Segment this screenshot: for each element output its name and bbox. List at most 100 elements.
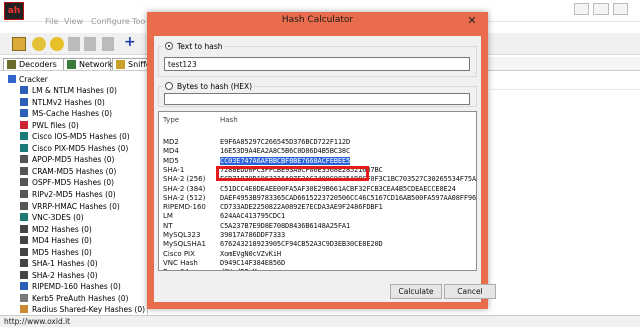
menu-file[interactable]: File — [45, 17, 58, 26]
hash-value[interactable]: C51DCC4E0DEAEE00FA5AF30E29B661ACBF32FCB3… — [220, 185, 456, 193]
calculate-button[interactable]: Calculate — [390, 284, 442, 299]
tree-item-label: SHA-2 Hashes (0) — [32, 270, 98, 280]
hash-value[interactable]: 676243218923905CF94CB52A3C9D3EB30CE8E20D — [220, 240, 383, 248]
hash-value[interactable]: C5A237B7E9D8E708D8436B6148A25FA1 — [220, 222, 350, 230]
cracker-tree: Cracker LM & NTLM Hashes (0) NTLMv2 Hashe… — [0, 71, 148, 315]
hash-row[interactable]: MD2 E9F6A85297C266545D376BCD722F112D — [159, 138, 476, 146]
maximize-button[interactable] — [593, 3, 609, 15]
hash-type: Cisco PIX — [163, 249, 195, 258]
tree-item[interactable]: RIPEMD-160 Hashes (0) — [20, 282, 121, 292]
minimize-button[interactable] — [574, 3, 590, 15]
close-main-button[interactable] — [612, 3, 628, 15]
hash-type: NT — [163, 221, 173, 230]
tree-item[interactable]: VNC-3DES (0) — [20, 213, 84, 223]
dialog-body: Text to hash test123 Bytes to hash (HEX)… — [154, 36, 496, 302]
menu-tools[interactable]: Too — [132, 17, 145, 26]
tree-item[interactable]: NTLMv2 Hashes (0) — [20, 97, 105, 108]
radiation-icon[interactable] — [32, 37, 46, 51]
hash-row[interactable]: SHA-2 (384) C51DCC4E0DEAEE00FA5AF30E29B66… — [159, 185, 476, 193]
tree-item-label: NTLMv2 Hashes (0) — [32, 97, 105, 107]
open-folder-icon[interactable] — [12, 37, 26, 51]
hash-type: SHA-1 — [163, 165, 185, 174]
hash-value[interactable]: XomEVgN0cVZvKiH — [220, 250, 281, 258]
hash-value[interactable]: 624AAC413795CDC1 — [220, 212, 285, 220]
tree-item[interactable]: LM & NTLM Hashes (0) — [20, 86, 117, 96]
hex-input[interactable] — [164, 93, 470, 105]
hash-row[interactable]: VNC Hash D949C14F384E856D — [159, 259, 476, 267]
tree-item[interactable]: PWL files (0) — [20, 120, 79, 131]
text-to-hash-radio[interactable]: Text to hash — [163, 42, 225, 52]
tree-root-cracker[interactable]: Cracker — [8, 75, 48, 84]
hash-row[interactable]: MySQLSHA1 676243218923905CF94CB52A3C9D3EB… — [159, 240, 476, 248]
hash-value[interactable]: E9F6A85297C266545D376BCD722F112D — [220, 138, 350, 146]
add-icon[interactable]: + — [124, 35, 136, 49]
radio-selected-icon — [165, 42, 173, 50]
close-icon[interactable]: ✕ — [460, 15, 484, 29]
hash-value[interactable]: D949C14F384E856D — [220, 259, 285, 267]
hash-value[interactable]: 39817A786DDF7333 — [220, 231, 285, 239]
tree-item[interactable]: SHA-2 Hashes (0) — [20, 270, 98, 281]
hash-row[interactable]: Cisco PIX XomEVgN0cVZvKiH — [159, 249, 476, 258]
hash-type-icon — [20, 259, 28, 268]
md5-highlight-box — [216, 166, 369, 181]
radio-unselected-icon — [165, 82, 173, 90]
md5-hash-value[interactable]: CC03E747A6AFBBCBF8BE7668ACFEBEE5 — [220, 156, 350, 165]
tree-item[interactable]: SHA-1 Hashes (0) — [20, 259, 98, 269]
hash-type-icon — [20, 282, 28, 291]
tree-item[interactable]: Cisco IOS-MD5 Hashes (0) — [20, 132, 130, 142]
tree-item[interactable]: MS-Cache Hashes (0) — [20, 109, 112, 119]
tree-item-label: SHA-1 Hashes (0) — [32, 259, 98, 269]
text-input[interactable]: test123 — [164, 57, 470, 71]
hash-results-list[interactable]: Type Hash MD2 E9F6A85297C266545D376BCD722… — [158, 111, 477, 271]
tree-item[interactable]: Cisco PIX-MD5 Hashes (0) — [20, 143, 128, 154]
tree-item[interactable]: VRRP-HMAC Hashes (0) — [20, 201, 120, 212]
hash-type-icon — [20, 178, 28, 187]
hash-row[interactable]: MySQL323 39817A786DDF7333 — [159, 231, 476, 239]
tree-item-label: VNC-3DES (0) — [32, 213, 84, 223]
tree-item-label: RIPEMD-160 Hashes (0) — [32, 282, 121, 292]
tree-item[interactable]: Radius Shared-Key Hashes (0) — [20, 305, 145, 315]
sniffer-icon — [116, 60, 125, 69]
hash-type-icon — [20, 132, 28, 141]
hash-row[interactable]: Base64 dGVzdDEyMw== — [159, 268, 476, 270]
tree-item[interactable]: MD4 Hashes (0) — [20, 236, 92, 246]
column-hash: Hash — [220, 116, 238, 124]
tree-item-label: PWL files (0) — [32, 120, 79, 130]
menu-view[interactable]: View — [64, 17, 83, 26]
hash-value[interactable]: dGVzdDEyMw== — [220, 268, 269, 270]
hash-type-icon — [20, 213, 28, 222]
hazard-icon[interactable] — [50, 37, 64, 51]
hash-row[interactable]: LM 624AAC413795CDC1 — [159, 212, 476, 220]
hash-value[interactable]: DAEF4953B9783365CAD6615223720506CC46C516… — [220, 194, 476, 202]
tree-item[interactable]: MD2 Hashes (0) — [20, 224, 92, 235]
hash-value[interactable]: 16E53D9A4EA2A8C5B6C0D86D4B5BC38C — [220, 147, 350, 155]
cert-icon[interactable] — [68, 37, 80, 51]
app-logo-icon: ah — [4, 2, 24, 20]
network-icon — [67, 60, 76, 69]
hash-row[interactable]: MD4 16E53D9A4EA2A8C5B6C0D86D4B5BC38C — [159, 147, 476, 155]
tree-item[interactable]: OSPF-MD5 Hashes (0) — [20, 178, 114, 188]
menu-configure[interactable]: Configure — [91, 17, 130, 26]
tab-sniffer[interactable]: Sniffe — [112, 58, 152, 70]
tab-network[interactable]: Network — [63, 58, 112, 70]
hash-row[interactable]: NT C5A237B7E9D8E708D8436B6148A25FA1 — [159, 221, 476, 230]
hash-type-icon — [20, 143, 28, 152]
cert-icon[interactable] — [84, 37, 96, 51]
tree-item[interactable]: MD5 Hashes (0) — [20, 247, 92, 258]
cert-icon[interactable] — [102, 37, 114, 51]
hash-row[interactable]: RIPEMD-160 CD733ADE2250822A0892E7ECDA3AE9… — [159, 203, 476, 211]
tree-item-label: Kerb5 PreAuth Hashes (0) — [32, 293, 129, 303]
hash-row[interactable]: MD5 CC03E747A6AFBBCBF8BE7668ACFEBEE5 — [159, 156, 476, 165]
right-panel — [490, 71, 640, 315]
hash-type-icon — [20, 293, 28, 302]
bytes-to-hash-radio[interactable]: Bytes to hash (HEX) — [163, 82, 255, 92]
hash-row[interactable]: SHA-2 (512) DAEF4953B9783365CAD6615223720… — [159, 194, 476, 202]
cancel-button[interactable]: Cancel — [444, 284, 496, 299]
tree-item[interactable]: RIPv2-MD5 Hashes (0) — [20, 189, 116, 200]
tree-item[interactable]: CRAM-MD5 Hashes (0) — [20, 166, 116, 177]
tree-item-label: LM & NTLM Hashes (0) — [32, 86, 117, 95]
tree-item-label: MD4 Hashes (0) — [32, 236, 92, 246]
hash-value[interactable]: CD733ADE2250822A0892E7ECDA3AE9F2486FDBF1 — [220, 203, 383, 211]
tree-item[interactable]: Kerb5 PreAuth Hashes (0) — [20, 293, 129, 304]
tree-item[interactable]: APOP-MD5 Hashes (0) — [20, 155, 114, 165]
